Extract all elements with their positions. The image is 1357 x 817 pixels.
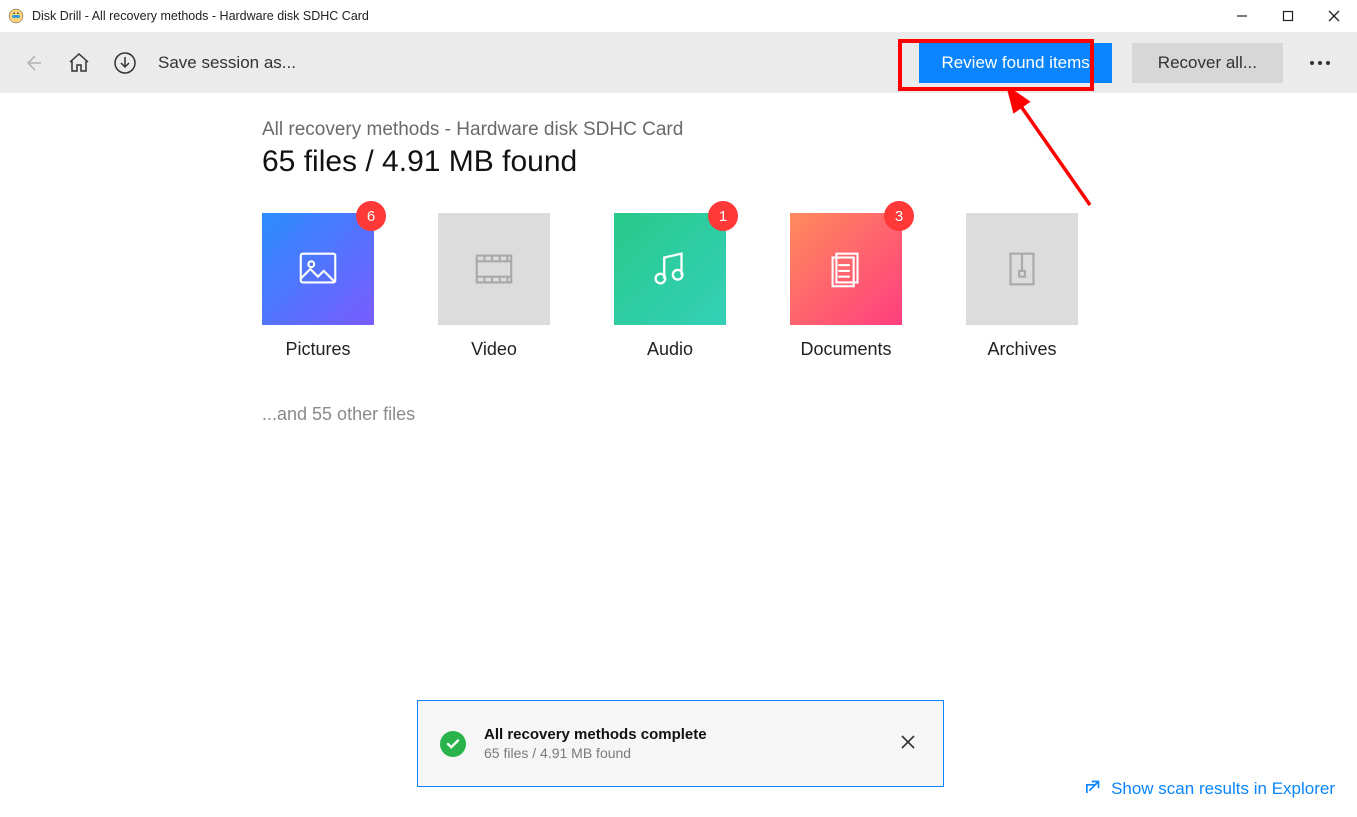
toast-subtitle: 65 files / 4.91 MB found [484,745,877,761]
pictures-icon [262,213,374,325]
tile-documents[interactable]: 3 Documents [790,213,902,360]
show-in-explorer-link[interactable]: Show scan results in Explorer [1081,779,1335,799]
completion-toast: All recovery methods complete 65 files /… [417,700,944,787]
toast-close-button[interactable] [895,727,921,760]
content-area: All recovery methods - Hardware disk SDH… [0,93,1357,425]
explorer-link-label: Show scan results in Explorer [1111,779,1335,799]
back-button[interactable] [14,44,52,82]
minimize-button[interactable] [1219,0,1265,32]
download-icon[interactable] [106,44,144,82]
review-found-items-button[interactable]: Review found items [919,43,1111,83]
tile-label: Pictures [285,339,350,360]
other-files-text: ...and 55 other files [262,404,1357,425]
window-title: Disk Drill - All recovery methods - Hard… [32,9,369,23]
breadcrumb-subtitle: All recovery methods - Hardware disk SDH… [262,119,1357,141]
app-icon [8,8,24,24]
toast-title: All recovery methods complete [484,726,877,743]
tile-pictures[interactable]: 6 Pictures [262,213,374,360]
tile-label: Audio [647,339,693,360]
tile-label: Video [471,339,517,360]
maximize-button[interactable] [1265,0,1311,32]
documents-icon [790,213,902,325]
badge: 6 [356,201,386,231]
tile-label: Documents [800,339,891,360]
badge: 1 [708,201,738,231]
close-button[interactable] [1311,0,1357,32]
more-menu-button[interactable] [1297,43,1343,83]
check-icon [440,731,466,757]
category-tiles: 6 Pictures Video 1 Audio 3 Documents [262,213,1357,360]
home-button[interactable] [60,44,98,82]
tile-video[interactable]: Video [438,213,550,360]
badge: 3 [884,201,914,231]
result-headline: 65 files / 4.91 MB found [262,145,1357,179]
recover-all-button[interactable]: Recover all... [1132,43,1283,83]
toolbar: Save session as... Review found items Re… [0,32,1357,93]
tile-archives[interactable]: Archives [966,213,1078,360]
audio-icon [614,213,726,325]
tile-label: Archives [987,339,1056,360]
save-session-label[interactable]: Save session as... [158,53,296,73]
titlebar: Disk Drill - All recovery methods - Hard… [0,0,1357,32]
tile-audio[interactable]: 1 Audio [614,213,726,360]
video-icon [438,213,550,325]
archives-icon [966,213,1078,325]
